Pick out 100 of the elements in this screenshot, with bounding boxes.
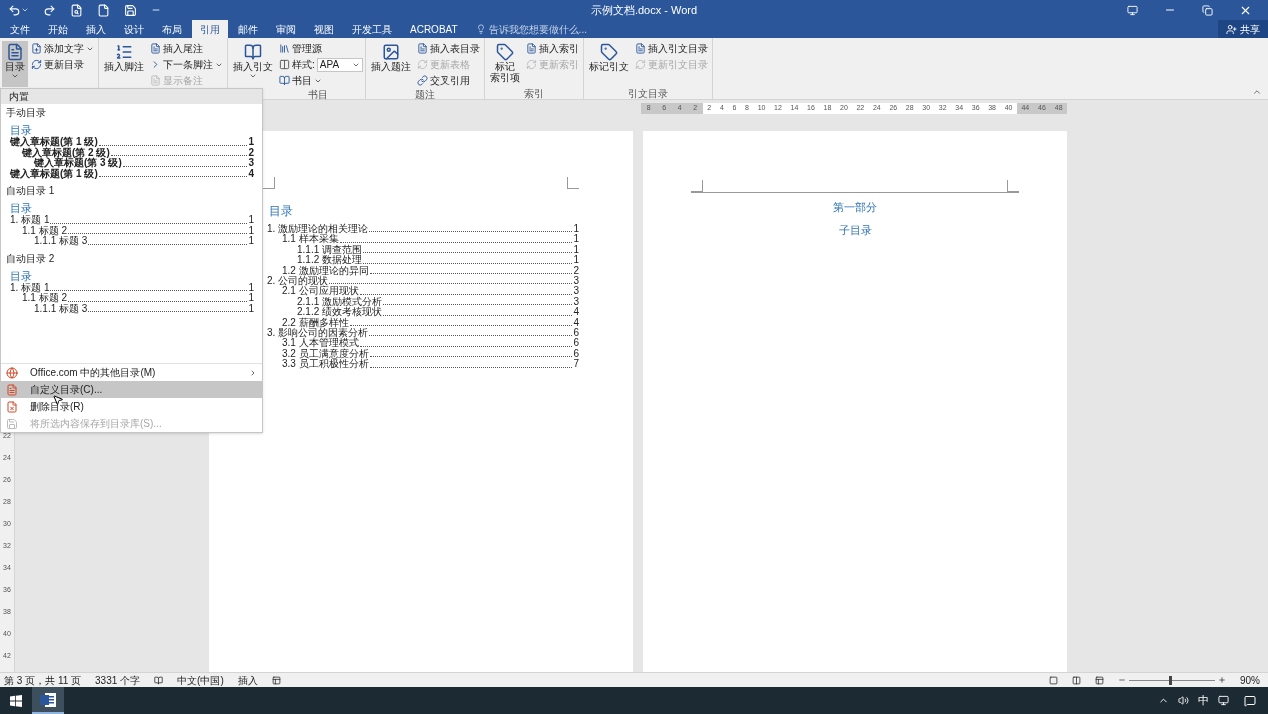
ribbon-tab[interactable]: 审阅 <box>268 20 304 38</box>
web-layout-icon[interactable] <box>1095 675 1104 685</box>
ribbon-button[interactable]: 插入引文目录 <box>634 41 710 56</box>
ribbon-button[interactable]: 插入尾注 <box>150 41 225 56</box>
toc-entry-text: 2.1.2 绩效考核现状 <box>297 307 383 318</box>
ribbon-tab[interactable]: 布局 <box>154 20 190 38</box>
ribbon-tab[interactable]: 引用 <box>192 20 228 38</box>
ribbon-button[interactable]: 下一条脚注 <box>150 57 225 72</box>
tell-me-field[interactable]: 告诉我您想要做什么... <box>488 21 639 37</box>
undo-icon[interactable] <box>8 3 21 17</box>
toc-entry-text: 1.1.1 标题 3 <box>34 236 88 247</box>
page-number: 3 <box>248 158 254 169</box>
page-number: 1 <box>248 225 254 236</box>
page-number: 6 <box>573 338 579 349</box>
ribbon-button[interactable]: 目录 <box>2 41 28 87</box>
toc-entry-text: 键入章标题(第 3 级) <box>34 158 122 168</box>
toc-entry-text: 3.3 员工积极性分析 <box>282 359 369 370</box>
share-button[interactable]: 共享 <box>1218 20 1268 38</box>
ribbon-button[interactable]: 标记 索引项 <box>486 41 523 87</box>
menu-item[interactable]: Office.com 中的其他目录(M) <box>1 364 262 381</box>
ribbon-button[interactable]: 插入引文 <box>230 41 276 87</box>
page-number: 2 <box>248 147 254 158</box>
ribbon-button[interactable]: 插入脚注 <box>101 41 147 87</box>
toc-entry-text: 2.1 公司应用现状 <box>282 286 359 297</box>
toc-entry-text: 1.2 激励理论的异同 <box>282 265 369 277</box>
toc-entry-text: 1.1.1 标题 3 <box>34 303 88 314</box>
ribbon-button[interactable]: 添加文字 <box>31 41 96 56</box>
globe-icon <box>6 366 18 379</box>
page-number: 1 <box>248 236 254 247</box>
ribbon-button[interactable]: 书目 <box>279 73 363 88</box>
page-number: 1 <box>248 293 254 304</box>
zoom-slider[interactable] <box>1129 675 1215 685</box>
save-icon[interactable] <box>124 3 137 17</box>
page-number: 4 <box>573 307 579 318</box>
notification-icon[interactable] <box>1244 694 1256 707</box>
page-number: 1 <box>573 234 579 245</box>
proofing-icon[interactable] <box>154 675 164 685</box>
new-document-icon[interactable] <box>97 3 110 17</box>
group-label: 索引 <box>523 88 544 99</box>
ribbon-tab[interactable]: 开始 <box>40 20 76 38</box>
ribbon-tab[interactable]: 开发工具 <box>344 20 400 38</box>
page-number: 3 <box>573 276 579 287</box>
style-dropdown[interactable]: APA <box>316 57 363 72</box>
toc-entry-text: 1.1 标题 2 <box>22 293 68 304</box>
input-method-indicator[interactable]: 中 <box>1198 692 1209 709</box>
zoom-level[interactable]: 90% <box>1240 672 1260 688</box>
style-label: 样式: <box>292 58 315 72</box>
ribbon-tab[interactable]: 设计 <box>116 20 152 38</box>
language-label[interactable]: 中文(中国) <box>177 672 224 688</box>
ribbon-button[interactable]: 交叉引用 <box>416 73 482 88</box>
word-count[interactable]: 3331 个字 <box>95 672 141 688</box>
ribbon-button[interactable]: 管理源 <box>279 41 363 56</box>
heading-text: 第一部分 <box>833 200 877 215</box>
page-number: 1 <box>573 255 579 266</box>
menu-section-header: 内置 <box>1 89 262 104</box>
page-number: 1 <box>248 282 254 293</box>
heading-text: 子目录 <box>838 222 872 238</box>
ribbon-button[interactable]: 标记引文 <box>585 41 632 87</box>
print-layout-icon[interactable] <box>1072 675 1081 685</box>
ribbon-tab[interactable]: 视图 <box>306 20 342 38</box>
ribbon-tab[interactable]: 插入 <box>78 20 114 38</box>
style-icon <box>279 59 290 70</box>
page-number: 1 <box>248 303 254 314</box>
ribbon-tab[interactable]: 邮件 <box>230 20 266 38</box>
ribbon-tab[interactable]: 文件 <box>2 20 38 38</box>
page-number: 3 <box>573 286 579 297</box>
taskbar-app-button[interactable] <box>32 687 64 714</box>
caret-icon <box>11 72 19 80</box>
ribbon-button[interactable]: 插入索引 <box>525 41 581 56</box>
toc-entry-text: 3. 影响公司的因素分析 <box>267 328 369 339</box>
insert-mode-label[interactable]: 插入 <box>237 672 258 688</box>
ribbon-button[interactable]: 更新目录 <box>31 57 96 72</box>
start-icon[interactable] <box>10 694 22 707</box>
read-mode-icon[interactable] <box>1049 675 1058 685</box>
ribbon-button[interactable]: 插入表目录 <box>416 41 482 56</box>
toc-entry-text: 1.1 标题 2 <box>22 225 68 236</box>
ribbon-button[interactable]: 插入题注 <box>367 41 414 87</box>
restore-icon[interactable] <box>1202 4 1213 16</box>
page-number: 4 <box>248 168 254 179</box>
page-count[interactable]: 第 3 页，共 11 页 <box>4 672 82 688</box>
person-icon <box>1226 23 1237 35</box>
menu-item[interactable]: 自定义目录(C)... <box>1 381 262 398</box>
page-number: 4 <box>573 317 579 328</box>
app-icon <box>40 692 56 707</box>
ribbon-display-icon[interactable] <box>1127 4 1138 16</box>
zoom-in-icon[interactable] <box>1218 676 1226 684</box>
page-number: 1 <box>248 215 254 226</box>
ribbon-tab[interactable]: ACROBAT <box>402 20 466 38</box>
print-preview-icon[interactable] <box>70 3 83 17</box>
window-title: 示例文档.docx - Word <box>589 2 699 18</box>
toc-entry-text: 键入章标题(第 2 级) <box>22 147 110 158</box>
toc-entry-text: 1.1.2 数据处理 <box>297 255 363 266</box>
redo-icon[interactable] <box>43 3 56 17</box>
page-number: 6 <box>573 328 579 339</box>
zoom-thumb[interactable] <box>1169 675 1173 685</box>
page-number: 1 <box>573 244 579 255</box>
speaker-icon[interactable] <box>1178 695 1189 706</box>
caret-icon[interactable] <box>21 6 29 14</box>
collapse-ribbon-icon[interactable] <box>1252 87 1262 97</box>
toc-entry-text: 1.1 样本采集 <box>282 234 339 245</box>
